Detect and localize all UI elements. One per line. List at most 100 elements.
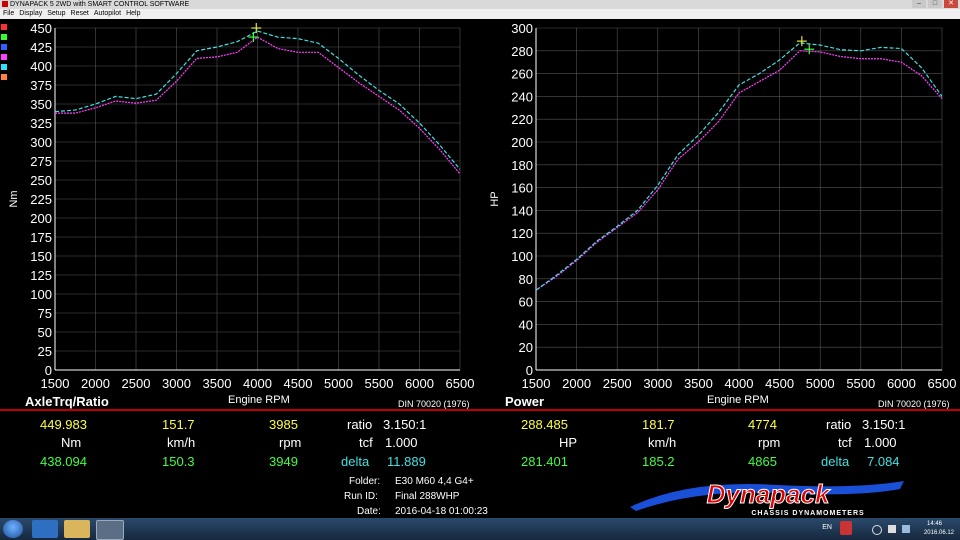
- date-label: Date:: [357, 506, 381, 517]
- start-button[interactable]: [3, 520, 23, 538]
- power-ytick-2: 40: [519, 317, 533, 332]
- torque-cursor-value: 438.094: [40, 454, 87, 469]
- torque-ytick-10: 250: [30, 173, 52, 188]
- power-delta-value: 7.084: [867, 454, 900, 469]
- torque-xtick-9: 6000: [405, 376, 434, 391]
- torque-tcf-value: 1.000: [385, 435, 418, 450]
- torque-xtick-7: 5000: [324, 376, 353, 391]
- torque-ytick-4: 100: [30, 287, 52, 302]
- logo-name: Dynapack: [707, 479, 831, 509]
- power-xtick-5: 4000: [725, 376, 754, 391]
- notification-icon[interactable]: [840, 521, 852, 535]
- torque-xtick-2: 2500: [122, 376, 151, 391]
- menu-help[interactable]: Help: [126, 9, 140, 19]
- power-x-caption: Engine RPM: [707, 394, 769, 406]
- power-ytick-13: 260: [511, 67, 533, 82]
- torque-ytick-12: 300: [30, 135, 52, 150]
- torque-delta-value: 11.889: [387, 454, 426, 469]
- torque-xtick-1: 2000: [81, 376, 110, 391]
- torque-ytick-0: 0: [45, 363, 52, 378]
- power-xtick-7: 5000: [806, 376, 835, 391]
- power-unit: HP: [559, 435, 578, 450]
- power-cursor-value: 281.401: [521, 454, 568, 469]
- power-chart: 1500 2000 2500 3000 3500 4000 4500 5000 5500 6000…: [489, 21, 957, 391]
- network-icon[interactable]: [872, 525, 882, 535]
- clock-date[interactable]: 2016.06.12: [924, 530, 954, 536]
- torque-ratio-value: 3.150:1: [383, 417, 427, 432]
- power-xtick-6: 4500: [765, 376, 794, 391]
- power-xtick-9: 6000: [887, 376, 916, 391]
- torque-ytick-7: 175: [30, 230, 52, 245]
- torque-ytick-9: 225: [30, 192, 52, 207]
- power-ytick-6: 120: [511, 226, 533, 241]
- torque-ytick-17: 425: [30, 40, 52, 55]
- torque-xtick-4: 3500: [203, 376, 232, 391]
- power-ytick-10: 200: [511, 135, 533, 150]
- torque-chart: 1500 2000 2500 3000 3500 4000 4500 5000 5500 6000…: [8, 21, 474, 391]
- volume-icon[interactable]: [888, 525, 896, 533]
- power-ratio-label: ratio: [826, 417, 852, 432]
- power-xtick-1: 2000: [562, 376, 591, 391]
- torque-ytick-11: 275: [30, 154, 52, 169]
- menu-autopilot[interactable]: Autopilot: [94, 9, 121, 19]
- explorer-taskbar-icon[interactable]: [64, 520, 90, 538]
- torque-ytick-14: 350: [30, 97, 52, 112]
- runid-value: Final 288WHP: [395, 491, 460, 502]
- power-panel-title: Power: [505, 394, 545, 409]
- clock-time[interactable]: 14:46: [927, 521, 942, 527]
- torque-ytick-16: 400: [30, 59, 52, 74]
- menu-display[interactable]: Display: [19, 9, 42, 19]
- power-tray-icon[interactable]: [902, 525, 910, 533]
- power-cursor-rpm: 4865: [748, 454, 777, 469]
- power-cursor-marker-1: [804, 44, 815, 55]
- power-ytick-7: 140: [511, 203, 533, 218]
- power-xtick-4: 3500: [684, 376, 713, 391]
- power-speed-unit: km/h: [648, 435, 677, 450]
- close-button[interactable]: ✕: [944, 0, 958, 8]
- torque-unit: Nm: [61, 435, 82, 450]
- menu-reset[interactable]: Reset: [71, 9, 89, 19]
- browser-taskbar-icon[interactable]: [32, 520, 58, 538]
- torque-cursor-speed: 150.3: [162, 454, 195, 469]
- power-max-value: 288.485: [521, 417, 568, 432]
- torque-ratio-label: ratio: [347, 417, 373, 432]
- power-max-rpm: 4774: [748, 417, 777, 432]
- date-value: 2016-04-18 01:00:23: [395, 506, 488, 517]
- power-ytick-5: 100: [511, 249, 533, 264]
- menu-file[interactable]: File: [3, 9, 14, 19]
- dynapack-taskbar-icon[interactable]: [96, 520, 124, 540]
- torque-delta-label: delta: [341, 454, 370, 469]
- power-xtick-10: 6500: [928, 376, 957, 391]
- power-ratio-value: 3.150:1: [862, 417, 906, 432]
- menu-setup[interactable]: Setup: [47, 9, 65, 19]
- power-ytick-1: 20: [519, 340, 533, 355]
- language-indicator[interactable]: EN: [822, 524, 832, 531]
- folder-label: Folder:: [349, 476, 381, 487]
- power-cursor-speed: 185.2: [642, 454, 675, 469]
- power-ytick-3: 60: [519, 295, 533, 310]
- power-ytick-9: 180: [511, 158, 533, 173]
- torque-cursor-marker-1: [248, 32, 259, 43]
- torque-ytick-15: 375: [30, 78, 52, 93]
- power-xtick-2: 2500: [603, 376, 632, 391]
- torque-standard: DIN 70020 (1976): [398, 399, 470, 409]
- folder-value: E30 M60 4,4 G4+: [395, 476, 474, 487]
- power-ytick-0: 0: [526, 363, 533, 378]
- torque-speed-unit: km/h: [167, 435, 196, 450]
- torque-max-speed: 151.7: [162, 417, 195, 432]
- power-ytick-11: 220: [511, 112, 533, 127]
- torque-xtick-5: 4000: [243, 376, 272, 391]
- power-rpm-unit: rpm: [758, 435, 781, 450]
- torque-max-value: 449.983: [40, 417, 87, 432]
- torque-xtick-0: 1500: [41, 376, 70, 391]
- power-max-speed: 181.7: [642, 417, 675, 432]
- power-xtick-3: 3000: [643, 376, 672, 391]
- torque-ytick-13: 325: [30, 116, 52, 131]
- power-delta-label: delta: [821, 454, 850, 469]
- minimize-button[interactable]: –: [912, 0, 926, 8]
- maximize-button[interactable]: □: [928, 0, 942, 8]
- taskbar: EN 14:46 2016.06.12: [0, 518, 960, 540]
- power-ytick-12: 240: [511, 89, 533, 104]
- power-xtick-0: 1500: [522, 376, 551, 391]
- dynapack-logo: Dynapack CHASSIS DYNAMOMETERS: [630, 479, 904, 517]
